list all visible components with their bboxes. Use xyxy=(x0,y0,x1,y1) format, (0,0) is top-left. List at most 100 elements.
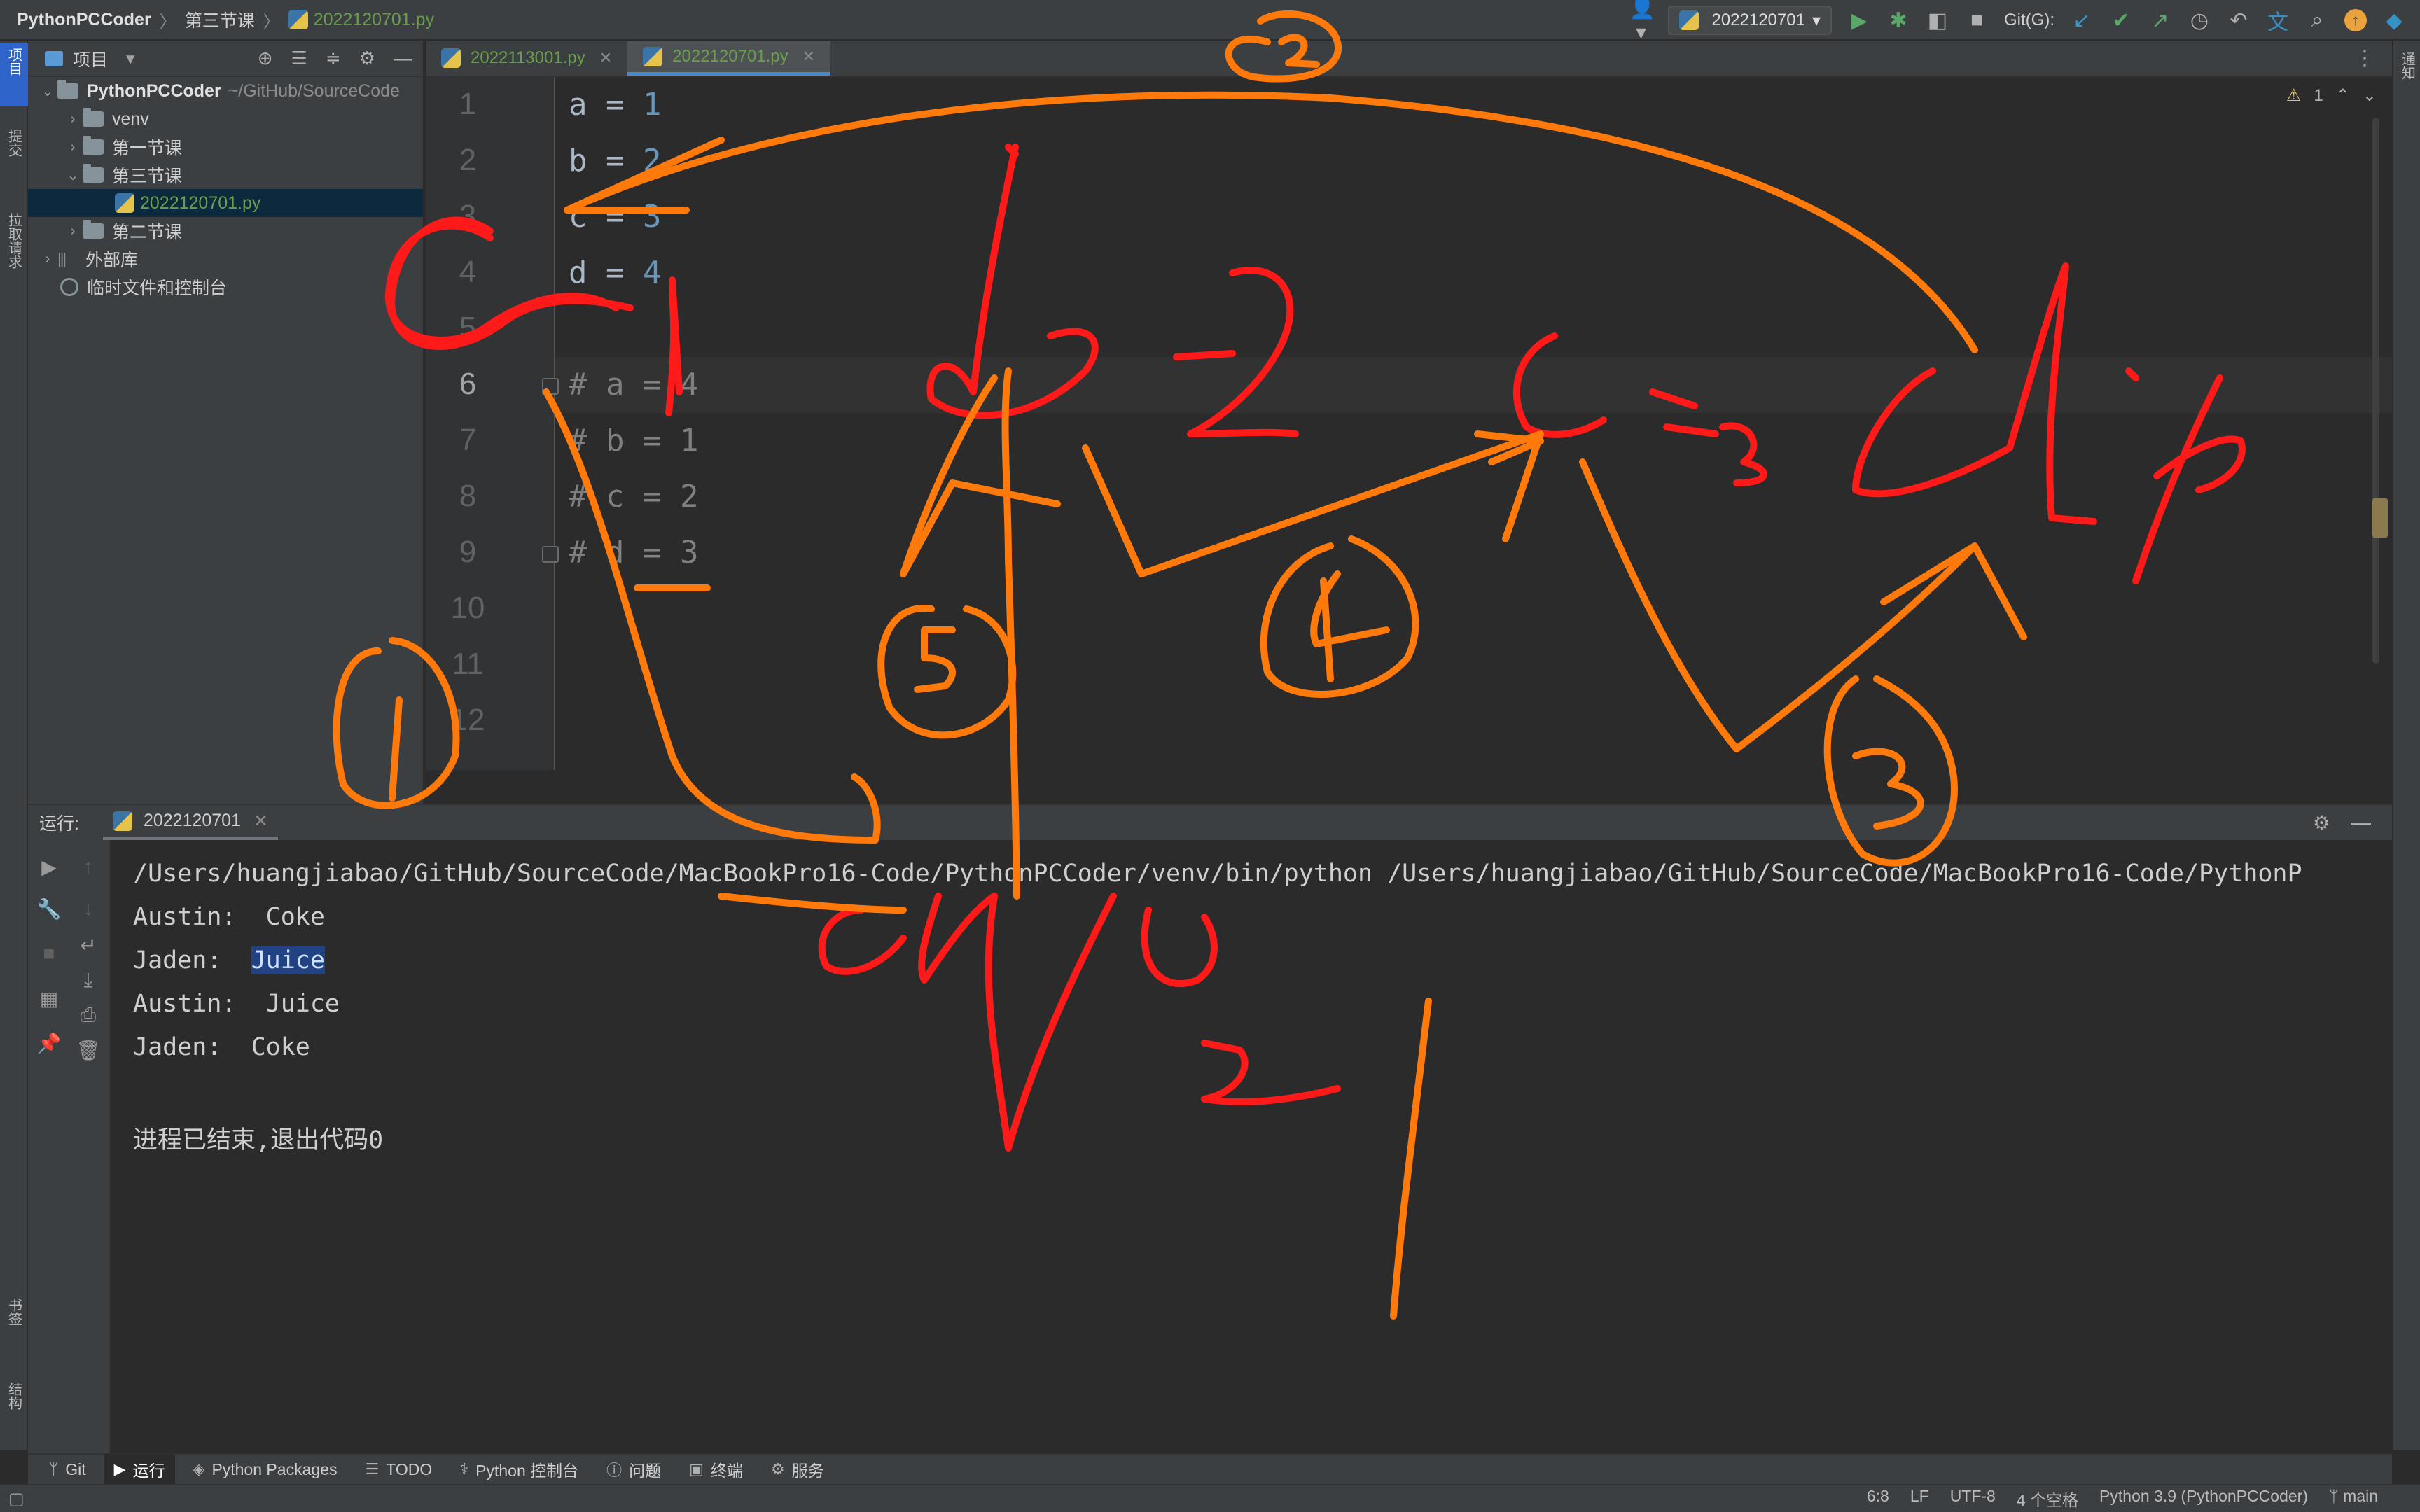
chevron-right-icon[interactable]: › xyxy=(38,251,57,267)
chevron-down-icon[interactable]: ⌄ xyxy=(38,83,57,100)
stop-icon[interactable]: ■ xyxy=(1965,8,1989,32)
scrollbar-warning-marker[interactable] xyxy=(2372,498,2388,538)
line-number: 12 xyxy=(450,703,485,737)
tree-item-lesson-3[interactable]: ⌄ 第三节课 xyxy=(28,161,423,189)
editor-tab-2022120701[interactable]: 2022120701.py ✕ xyxy=(627,41,831,76)
project-panel-header: 项目 ▾ ⊕ ☰ ≑ ⚙ — xyxy=(28,41,423,77)
hide-icon[interactable]: — xyxy=(394,48,412,69)
status-interpreter[interactable]: Python 3.9 (PythonPCCoder) xyxy=(2099,1487,2308,1511)
tree-item-label: PythonPCCoder xyxy=(87,80,221,101)
fold-marker-icon[interactable] xyxy=(542,546,559,563)
close-icon[interactable]: ✕ xyxy=(253,811,268,832)
layout-toggle-icon[interactable]: ▢ xyxy=(0,1489,25,1509)
run-tab[interactable]: 2022120701 ✕ xyxy=(102,805,278,840)
play-icon[interactable]: ▶ xyxy=(1847,8,1871,33)
inspection-widget[interactable]: ⚠ 1 ⌃ ⌄ xyxy=(2286,85,2377,106)
gear-icon[interactable]: ⚙ xyxy=(359,48,375,69)
navigation-bar: PythonPCCoder 〉 第三节课 〉 2022120701.py 👤▾ … xyxy=(0,0,2420,44)
chevron-right-icon[interactable]: › xyxy=(63,223,83,239)
tree-item-lesson-2[interactable]: › 第二节课 xyxy=(28,217,423,245)
library-icon: ||| xyxy=(57,250,67,267)
breadcrumb-project[interactable]: PythonPCCoder xyxy=(17,10,151,30)
tool-label: Python Packages xyxy=(211,1460,338,1478)
project-tree: ⌄ PythonPCCoder ~/GitHub/SourceCode › ve… xyxy=(28,77,423,301)
code-editor[interactable]: 1 2 3 4 5 6 7 8 9 10 11 12 a = 1 b = 2 c… xyxy=(426,77,2392,770)
collapse-all-icon[interactable]: ≑ xyxy=(326,48,341,69)
tree-item-lesson-1[interactable]: › 第一节课 xyxy=(28,133,423,161)
tool-tab-structure[interactable]: 结构 xyxy=(0,1378,28,1441)
breadcrumb-file[interactable]: 2022120701.py xyxy=(314,10,434,30)
tool-problems[interactable]: ⓘ 问题 xyxy=(597,1454,671,1485)
tool-tab-project[interactable]: 项目 xyxy=(0,43,28,106)
scroll-to-end-icon[interactable]: ⤓ xyxy=(74,969,102,992)
user-icon[interactable]: 👤▾ xyxy=(1629,0,1655,45)
tool-run[interactable]: ▶ 运行 xyxy=(104,1454,175,1485)
soft-wrap-icon[interactable]: ↵ xyxy=(74,934,102,957)
tree-item-scratches[interactable]: 临时文件和控制台 xyxy=(28,273,423,301)
tool-tab-bookmarks[interactable]: 书签 xyxy=(0,1294,28,1357)
history-icon[interactable]: ◷ xyxy=(2188,8,2211,33)
chevron-down-icon[interactable]: ▾ xyxy=(126,48,135,69)
console-output[interactable]: /Users/huangjiabao/GitHub/SourceCode/Mac… xyxy=(112,840,2392,1453)
bug-icon[interactable]: ✱ xyxy=(1886,8,1910,33)
toolbox-icon[interactable]: ◆ xyxy=(2382,8,2406,33)
print-icon[interactable]: ⎙ xyxy=(74,1004,102,1027)
status-caret-position[interactable]: 6:8 xyxy=(1867,1487,1889,1511)
chevron-down-icon[interactable]: ⌄ xyxy=(63,167,83,184)
breadcrumb-folder[interactable]: 第三节课 xyxy=(185,7,255,32)
layout-icon[interactable]: ▦ xyxy=(35,987,63,1010)
coverage-icon[interactable]: ◧ xyxy=(1926,8,1949,33)
status-encoding[interactable]: UTF-8 xyxy=(1950,1487,1996,1511)
editor-scrollbar[interactable] xyxy=(2372,118,2379,664)
arrow-down-icon[interactable]: ↓ xyxy=(74,897,102,920)
rollback-icon[interactable]: ↶ xyxy=(2227,8,2251,33)
tool-terminal[interactable]: ▣ 终端 xyxy=(679,1454,753,1485)
pin-icon[interactable]: 📌 xyxy=(35,1032,63,1055)
tree-item-venv[interactable]: › venv xyxy=(28,105,423,133)
trash-icon[interactable]: 🗑 xyxy=(74,1039,102,1062)
tree-item-root[interactable]: ⌄ PythonPCCoder ~/GitHub/SourceCode xyxy=(28,77,423,105)
close-icon[interactable]: ✕ xyxy=(802,48,815,66)
run-configuration-selector[interactable]: 2022120701 ▾ xyxy=(1668,6,1832,35)
chevron-right-icon[interactable]: › xyxy=(63,111,83,127)
status-indent[interactable]: 4 个空格 xyxy=(2017,1487,2078,1511)
tree-item-external-libraries[interactable]: › ||| 外部库 xyxy=(28,245,423,273)
hide-icon[interactable]: — xyxy=(2351,811,2371,834)
stop-icon[interactable]: ■ xyxy=(35,942,63,965)
more-vertical-icon[interactable]: ⋮ xyxy=(2354,46,2392,71)
arrow-up-icon[interactable]: ↑ xyxy=(74,855,102,878)
tool-tab-notifications[interactable]: 通知 xyxy=(2393,48,2420,111)
editor-tab-2022113001[interactable]: 2022113001.py ✕ xyxy=(426,41,627,76)
tool-python-packages[interactable]: ◈ Python Packages xyxy=(183,1454,347,1485)
git-commit-icon[interactable]: ✔ xyxy=(2109,8,2133,33)
fold-marker-icon[interactable] xyxy=(542,378,559,395)
locate-icon[interactable]: ⊕ xyxy=(258,48,273,69)
status-git-branch[interactable]: ᛘ main xyxy=(2329,1487,2378,1511)
tool-tab-commit[interactable]: 提交 xyxy=(0,125,28,188)
tool-python-console[interactable]: ⚕ Python 控制台 xyxy=(450,1454,588,1485)
tool-label: Python 控制台 xyxy=(475,1462,579,1480)
chevron-right-icon[interactable]: › xyxy=(63,139,83,155)
info-icon: ⓘ xyxy=(606,1462,623,1479)
update-icon[interactable]: ↑ xyxy=(2344,9,2367,31)
expand-all-icon[interactable]: ☰ xyxy=(291,48,307,69)
gear-icon[interactable]: ⚙ xyxy=(2313,811,2330,834)
project-panel-title[interactable]: 项目 xyxy=(73,46,108,71)
chevron-down-icon[interactable]: ⌄ xyxy=(2363,85,2377,106)
chevron-up-icon[interactable]: ⌃ xyxy=(2336,85,2350,106)
tool-tab-pull-requests[interactable]: 拉取请求 xyxy=(0,209,28,321)
tool-label: 终端 xyxy=(710,1462,743,1480)
close-icon[interactable]: ✕ xyxy=(599,49,612,67)
translate-icon[interactable]: 文 xyxy=(2266,5,2290,36)
tool-todo[interactable]: ☰ TODO xyxy=(355,1454,442,1485)
git-update-icon[interactable]: ↙ xyxy=(2070,8,2094,33)
console-selection[interactable]: Juice xyxy=(251,946,325,974)
wrench-icon[interactable]: 🔧 xyxy=(35,897,63,920)
status-line-separator[interactable]: LF xyxy=(1910,1487,1929,1511)
tree-item-file[interactable]: 2022120701.py xyxy=(28,189,423,217)
search-icon[interactable]: ⌕ xyxy=(2305,8,2329,32)
tool-git[interactable]: ᛘ Git xyxy=(39,1454,96,1485)
rerun-icon[interactable]: ▶ xyxy=(35,855,63,878)
tool-services[interactable]: ⚙ 服务 xyxy=(761,1454,834,1485)
git-push-icon[interactable]: ↗ xyxy=(2148,8,2172,33)
